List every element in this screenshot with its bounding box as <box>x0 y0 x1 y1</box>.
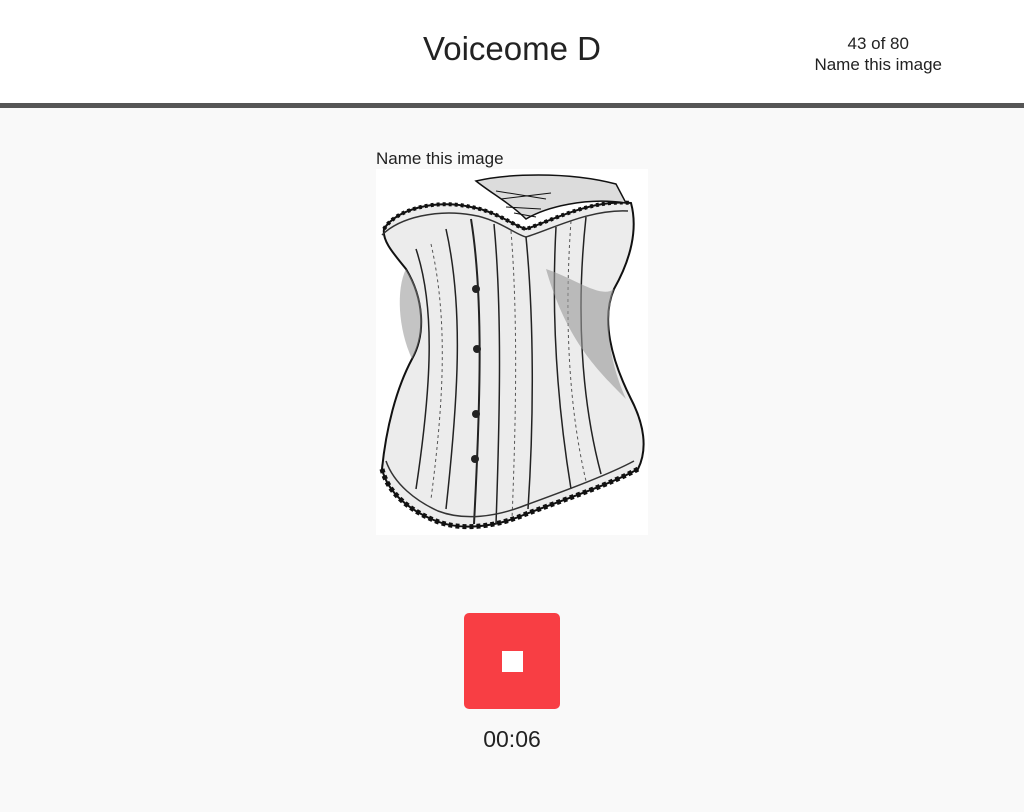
recording-timer: 00:06 <box>483 726 541 752</box>
progress-count: 43 of 80 <box>847 34 909 53</box>
task-block: Name this image <box>376 148 648 535</box>
corset-image <box>376 169 648 535</box>
task-prompt: Name this image <box>376 149 504 168</box>
stop-icon <box>502 651 523 672</box>
stop-recording-button[interactable] <box>464 613 560 709</box>
progress-task-name: Name this image <box>814 55 942 74</box>
header-bar: Voiceome D 43 of 80 Name this image <box>0 0 1024 108</box>
progress-indicator: 43 of 80 Name this image <box>814 33 942 75</box>
